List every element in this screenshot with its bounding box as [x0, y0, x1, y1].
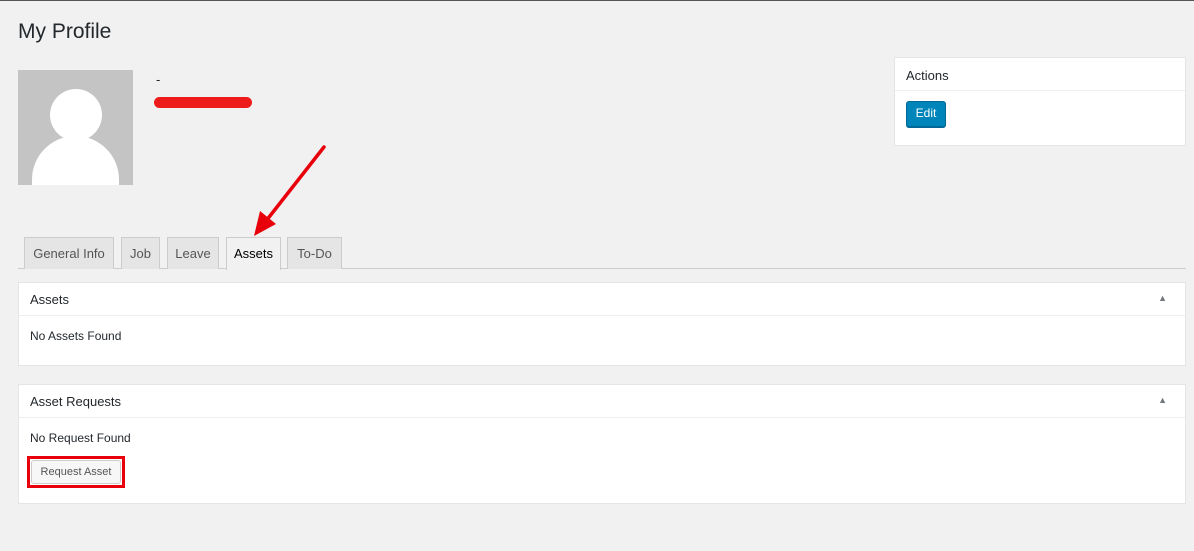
- avatar-body: [32, 136, 119, 185]
- page-title: My Profile: [18, 20, 112, 43]
- redacted-name-mark: [154, 97, 252, 108]
- annotation-arrow-icon: [254, 145, 326, 236]
- actions-box: Actions Edit: [894, 57, 1186, 146]
- tab-job[interactable]: Job: [121, 237, 160, 269]
- avatar: [18, 70, 133, 185]
- asset-requests-box: Asset Requests ▲ No Request Found Reques…: [18, 384, 1186, 504]
- assets-box-title: Assets: [30, 292, 70, 307]
- tab-assets[interactable]: Assets: [226, 237, 281, 270]
- assets-box: Assets ▲ No Assets Found: [18, 282, 1186, 366]
- collapse-arrow-icon[interactable]: ▲: [1158, 293, 1167, 303]
- edit-button[interactable]: Edit: [906, 101, 946, 127]
- avatar-head: [50, 89, 102, 141]
- profile-name: -: [156, 72, 161, 87]
- asset-requests-box-header[interactable]: Asset Requests ▲: [19, 385, 1185, 418]
- assets-box-header[interactable]: Assets ▲: [19, 283, 1185, 316]
- top-border: [0, 0, 1194, 1]
- assets-empty-message: No Assets Found: [30, 329, 122, 343]
- collapse-arrow-icon[interactable]: ▲: [1158, 395, 1167, 405]
- tab-to-do[interactable]: To-Do: [287, 237, 342, 269]
- actions-title: Actions: [895, 58, 1185, 91]
- request-asset-button[interactable]: Request Asset: [31, 460, 121, 484]
- tab-leave[interactable]: Leave: [167, 237, 219, 269]
- asset-requests-box-title: Asset Requests: [30, 394, 122, 409]
- requests-empty-message: No Request Found: [30, 431, 131, 445]
- tab-general-info[interactable]: General Info: [24, 237, 114, 269]
